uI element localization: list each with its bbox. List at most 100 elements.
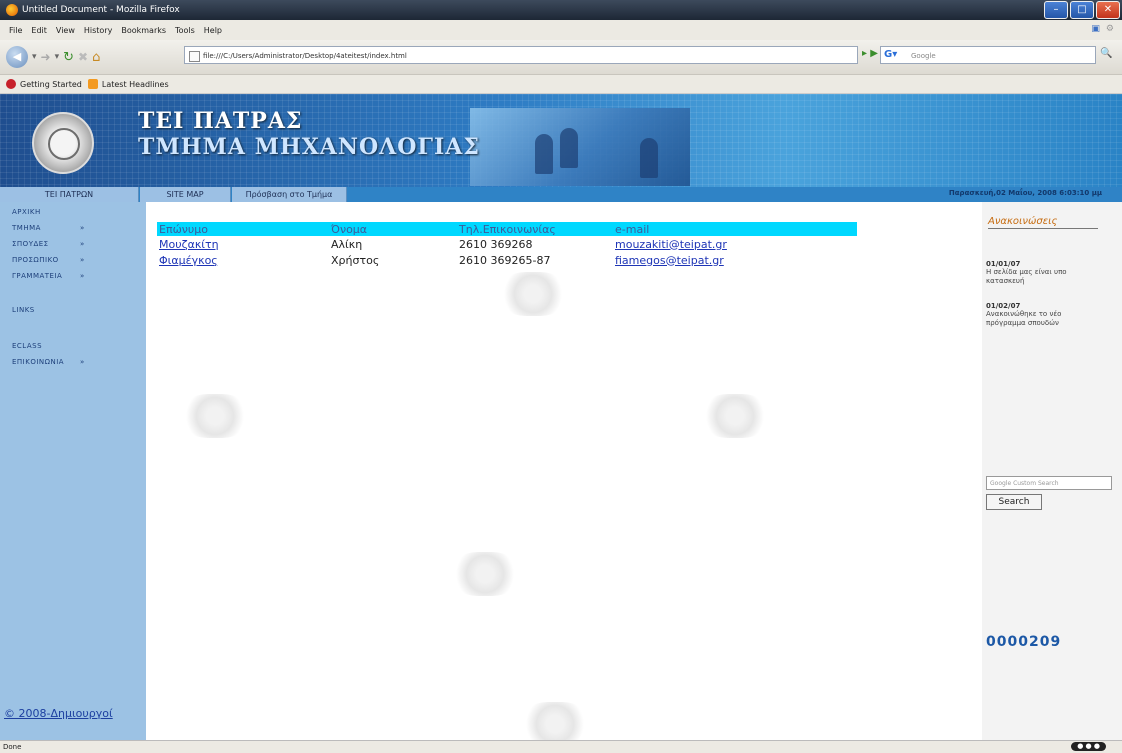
search-button[interactable]: Search bbox=[986, 494, 1042, 510]
arrow-icon: » bbox=[80, 256, 85, 264]
surname-link[interactable]: Μουζακίτη bbox=[159, 238, 219, 251]
contacts-table: Επώνυμο Όνομα Τηλ.Επικοινωνίας e-mail Μο… bbox=[157, 222, 857, 268]
sidebar-item-contact[interactable]: ΕΠΙΚΟΙΝΩΝΙΑ » bbox=[12, 358, 84, 366]
reload-button[interactable]: ↻ bbox=[63, 50, 74, 65]
sidebar-item-department[interactable]: ΤΜΗΜΑ » bbox=[12, 224, 84, 232]
menu-bookmarks[interactable]: Bookmarks bbox=[121, 26, 166, 35]
window-titlebar: Untitled Document - Mozilla Firefox – □ … bbox=[0, 0, 1122, 20]
gear-watermark-icon bbox=[498, 272, 568, 316]
arrow-icon: » bbox=[80, 358, 85, 366]
org-name-line1: ΤΕΙ ΠΑΤΡΑΣ bbox=[138, 108, 303, 134]
nav-tei-patron[interactable]: ΤΕΙ ΠΑΤΡΩΝ bbox=[0, 187, 139, 202]
page-icon bbox=[189, 51, 200, 62]
back-button[interactable]: ◀ bbox=[6, 46, 28, 68]
navigation-toolbar: ◀ ▾ ➜ ▾ ↻ ✖ ⌂ file:///C:/Users/Administr… bbox=[0, 40, 1122, 75]
window-title: Untitled Document - Mozilla Firefox bbox=[22, 5, 180, 15]
url-text: file:///C:/Users/Administrator/Desktop/4… bbox=[203, 52, 407, 60]
sidebar-item-label: ΣΠΟΥΔΕΣ bbox=[12, 240, 49, 248]
sidebar-item-label: ΑΡΧΙΚΗ bbox=[12, 208, 41, 216]
email-cell: mouzakiti@teipat.gr bbox=[613, 236, 857, 252]
menu-tools[interactable]: Tools bbox=[175, 26, 195, 35]
search-icon[interactable]: 🔍 bbox=[1100, 48, 1116, 64]
menu-view[interactable]: View bbox=[56, 26, 75, 35]
custom-search-input[interactable]: Google Custom Search bbox=[986, 476, 1112, 490]
window-menu-icon[interactable]: ▣ bbox=[1091, 24, 1100, 34]
status-text: Done bbox=[3, 743, 22, 751]
surname-cell: Φιαμέγκος bbox=[157, 252, 329, 268]
news-date: 01/01/07 bbox=[986, 260, 1021, 268]
sidebar-item-secretariat[interactable]: ΓΡΑΜΜΑΤΕΙΑ » bbox=[12, 272, 84, 280]
firefox-icon bbox=[6, 4, 18, 16]
forward-button[interactable]: ➜ bbox=[41, 50, 51, 64]
menu-help[interactable]: Help bbox=[204, 26, 222, 35]
site-banner: ΤΕΙ ΠΑΤΡΑΣ ΤΜΗΜΑ ΜΗΧΑΝΟΛΟΓΙΑΣ bbox=[0, 94, 1122, 187]
gear-watermark-icon bbox=[700, 394, 770, 438]
org-name-line2: ΤΜΗΜΑ ΜΗΧΑΝΟΛΟΓΙΑΣ bbox=[138, 134, 480, 160]
nav-access[interactable]: Πρόσβαση στο Τμήμα bbox=[232, 187, 347, 202]
table-header-row: Επώνυμο Όνομα Τηλ.Επικοινωνίας e-mail bbox=[157, 222, 857, 236]
col-phone: Τηλ.Επικοινωνίας bbox=[457, 222, 613, 236]
back-dropdown-icon[interactable]: ▾ bbox=[32, 52, 37, 62]
email-link[interactable]: fiamegos@teipat.gr bbox=[615, 254, 724, 267]
go-button[interactable]: ▸ ▶ bbox=[862, 48, 878, 59]
home-button[interactable]: ⌂ bbox=[92, 50, 100, 65]
left-sidebar: ΑΡΧΙΚΗ ΤΜΗΜΑ » ΣΠΟΥΔΕΣ » ΠΡΟΣΩΠΙΚΟ » ΓΡΑΜΜΑ… bbox=[0, 202, 146, 740]
university-seal-logo bbox=[32, 112, 94, 174]
sidebar-item-label: ΠΡΟΣΩΠΙΚΟ bbox=[12, 256, 59, 264]
table-row: Μουζακίτη Αλίκη 2610 369268 mouzakiti@te… bbox=[157, 236, 857, 252]
minimize-button[interactable]: – bbox=[1044, 1, 1068, 19]
google-icon: G▾ bbox=[884, 49, 898, 60]
col-email: e-mail bbox=[613, 222, 857, 236]
arrow-icon: » bbox=[80, 224, 85, 232]
name-cell: Χρήστος bbox=[331, 253, 380, 267]
news-text: Η σελίδα μας είναι υπο κατασκευή bbox=[986, 268, 1067, 285]
bookmark-latest-headlines[interactable]: Latest Headlines bbox=[87, 79, 169, 89]
phone-cell: 2610 369265-87 bbox=[459, 253, 551, 267]
arrow-icon: » bbox=[80, 240, 85, 248]
email-link[interactable]: mouzakiti@teipat.gr bbox=[615, 238, 727, 251]
col-name: Όνομα bbox=[329, 222, 457, 236]
table-row: Φιαμέγκος Χρήστος 2610 369265-87 fiamego… bbox=[157, 252, 857, 268]
menu-edit[interactable]: Edit bbox=[31, 26, 47, 35]
sidebar-item-label: ΤΜΗΜΑ bbox=[12, 224, 41, 232]
nav-site-map[interactable]: SITE MAP bbox=[140, 187, 231, 202]
sidebar-item-home[interactable]: ΑΡΧΙΚΗ bbox=[12, 208, 41, 216]
stop-button[interactable]: ✖ bbox=[78, 50, 88, 64]
search-box[interactable]: G▾ Google bbox=[880, 46, 1096, 64]
visitor-counter: 0000209 bbox=[986, 634, 1062, 650]
news-date: 01/02/07 bbox=[986, 302, 1021, 310]
current-datetime: Παρασκευή,02 Μαΐου, 2008 6:03:10 μμ bbox=[948, 189, 1102, 197]
url-bar[interactable]: file:///C:/Users/Administrator/Desktop/4… bbox=[184, 46, 858, 64]
sidebar-item-links[interactable]: LINKS bbox=[12, 306, 35, 314]
surname-link[interactable]: Φιαμέγκος bbox=[159, 254, 218, 267]
heading-divider bbox=[988, 228, 1098, 229]
sidebar-item-label: ΓΡΑΜΜΑΤΕΙΑ bbox=[12, 272, 63, 280]
gear-watermark-icon bbox=[180, 394, 250, 438]
col-surname: Επώνυμο bbox=[157, 222, 329, 236]
menu-bar: File Edit View History Bookmarks Tools H… bbox=[0, 20, 1122, 41]
creators-link[interactable]: © 2008-Δημιουργοί bbox=[4, 707, 113, 720]
announcements-heading: Ανακοινώσεις bbox=[988, 216, 1058, 227]
forward-dropdown-icon[interactable]: ▾ bbox=[55, 52, 60, 62]
arrow-icon: » bbox=[80, 272, 85, 280]
close-button[interactable]: ✕ bbox=[1096, 1, 1120, 19]
search-placeholder: Google bbox=[911, 52, 936, 60]
throbber-icon: ⚙ bbox=[1105, 24, 1114, 34]
banner-person bbox=[535, 134, 553, 174]
sidebar-item-eclass[interactable]: ECLASS bbox=[12, 342, 42, 350]
sidebar-item-studies[interactable]: ΣΠΟΥΔΕΣ » bbox=[12, 240, 84, 248]
addon-status-icon[interactable]: ● ● ● bbox=[1071, 742, 1106, 751]
email-cell: fiamegos@teipat.gr bbox=[613, 252, 857, 268]
bookmark-label: Getting Started bbox=[20, 79, 82, 89]
menu-history[interactable]: History bbox=[84, 26, 112, 35]
sidebar-item-staff[interactable]: ΠΡΟΣΩΠΙΚΟ » bbox=[12, 256, 84, 264]
surname-cell: Μουζακίτη bbox=[157, 236, 329, 252]
maximize-button[interactable]: □ bbox=[1070, 1, 1094, 19]
page-content: ΤΕΙ ΠΑΤΡΑΣ ΤΜΗΜΑ ΜΗΧΑΝΟΛΟΓΙΑΣ ΤΕΙ ΠΑΤΡΩΝ… bbox=[0, 94, 1122, 740]
gear-watermark-icon bbox=[520, 702, 590, 740]
banner-person bbox=[560, 128, 578, 168]
sidebar-item-label: ECLASS bbox=[12, 342, 43, 350]
bookmark-getting-started[interactable]: Getting Started bbox=[6, 79, 82, 89]
menu-file[interactable]: File bbox=[9, 26, 22, 35]
phone-cell: 2610 369268 bbox=[459, 237, 533, 251]
